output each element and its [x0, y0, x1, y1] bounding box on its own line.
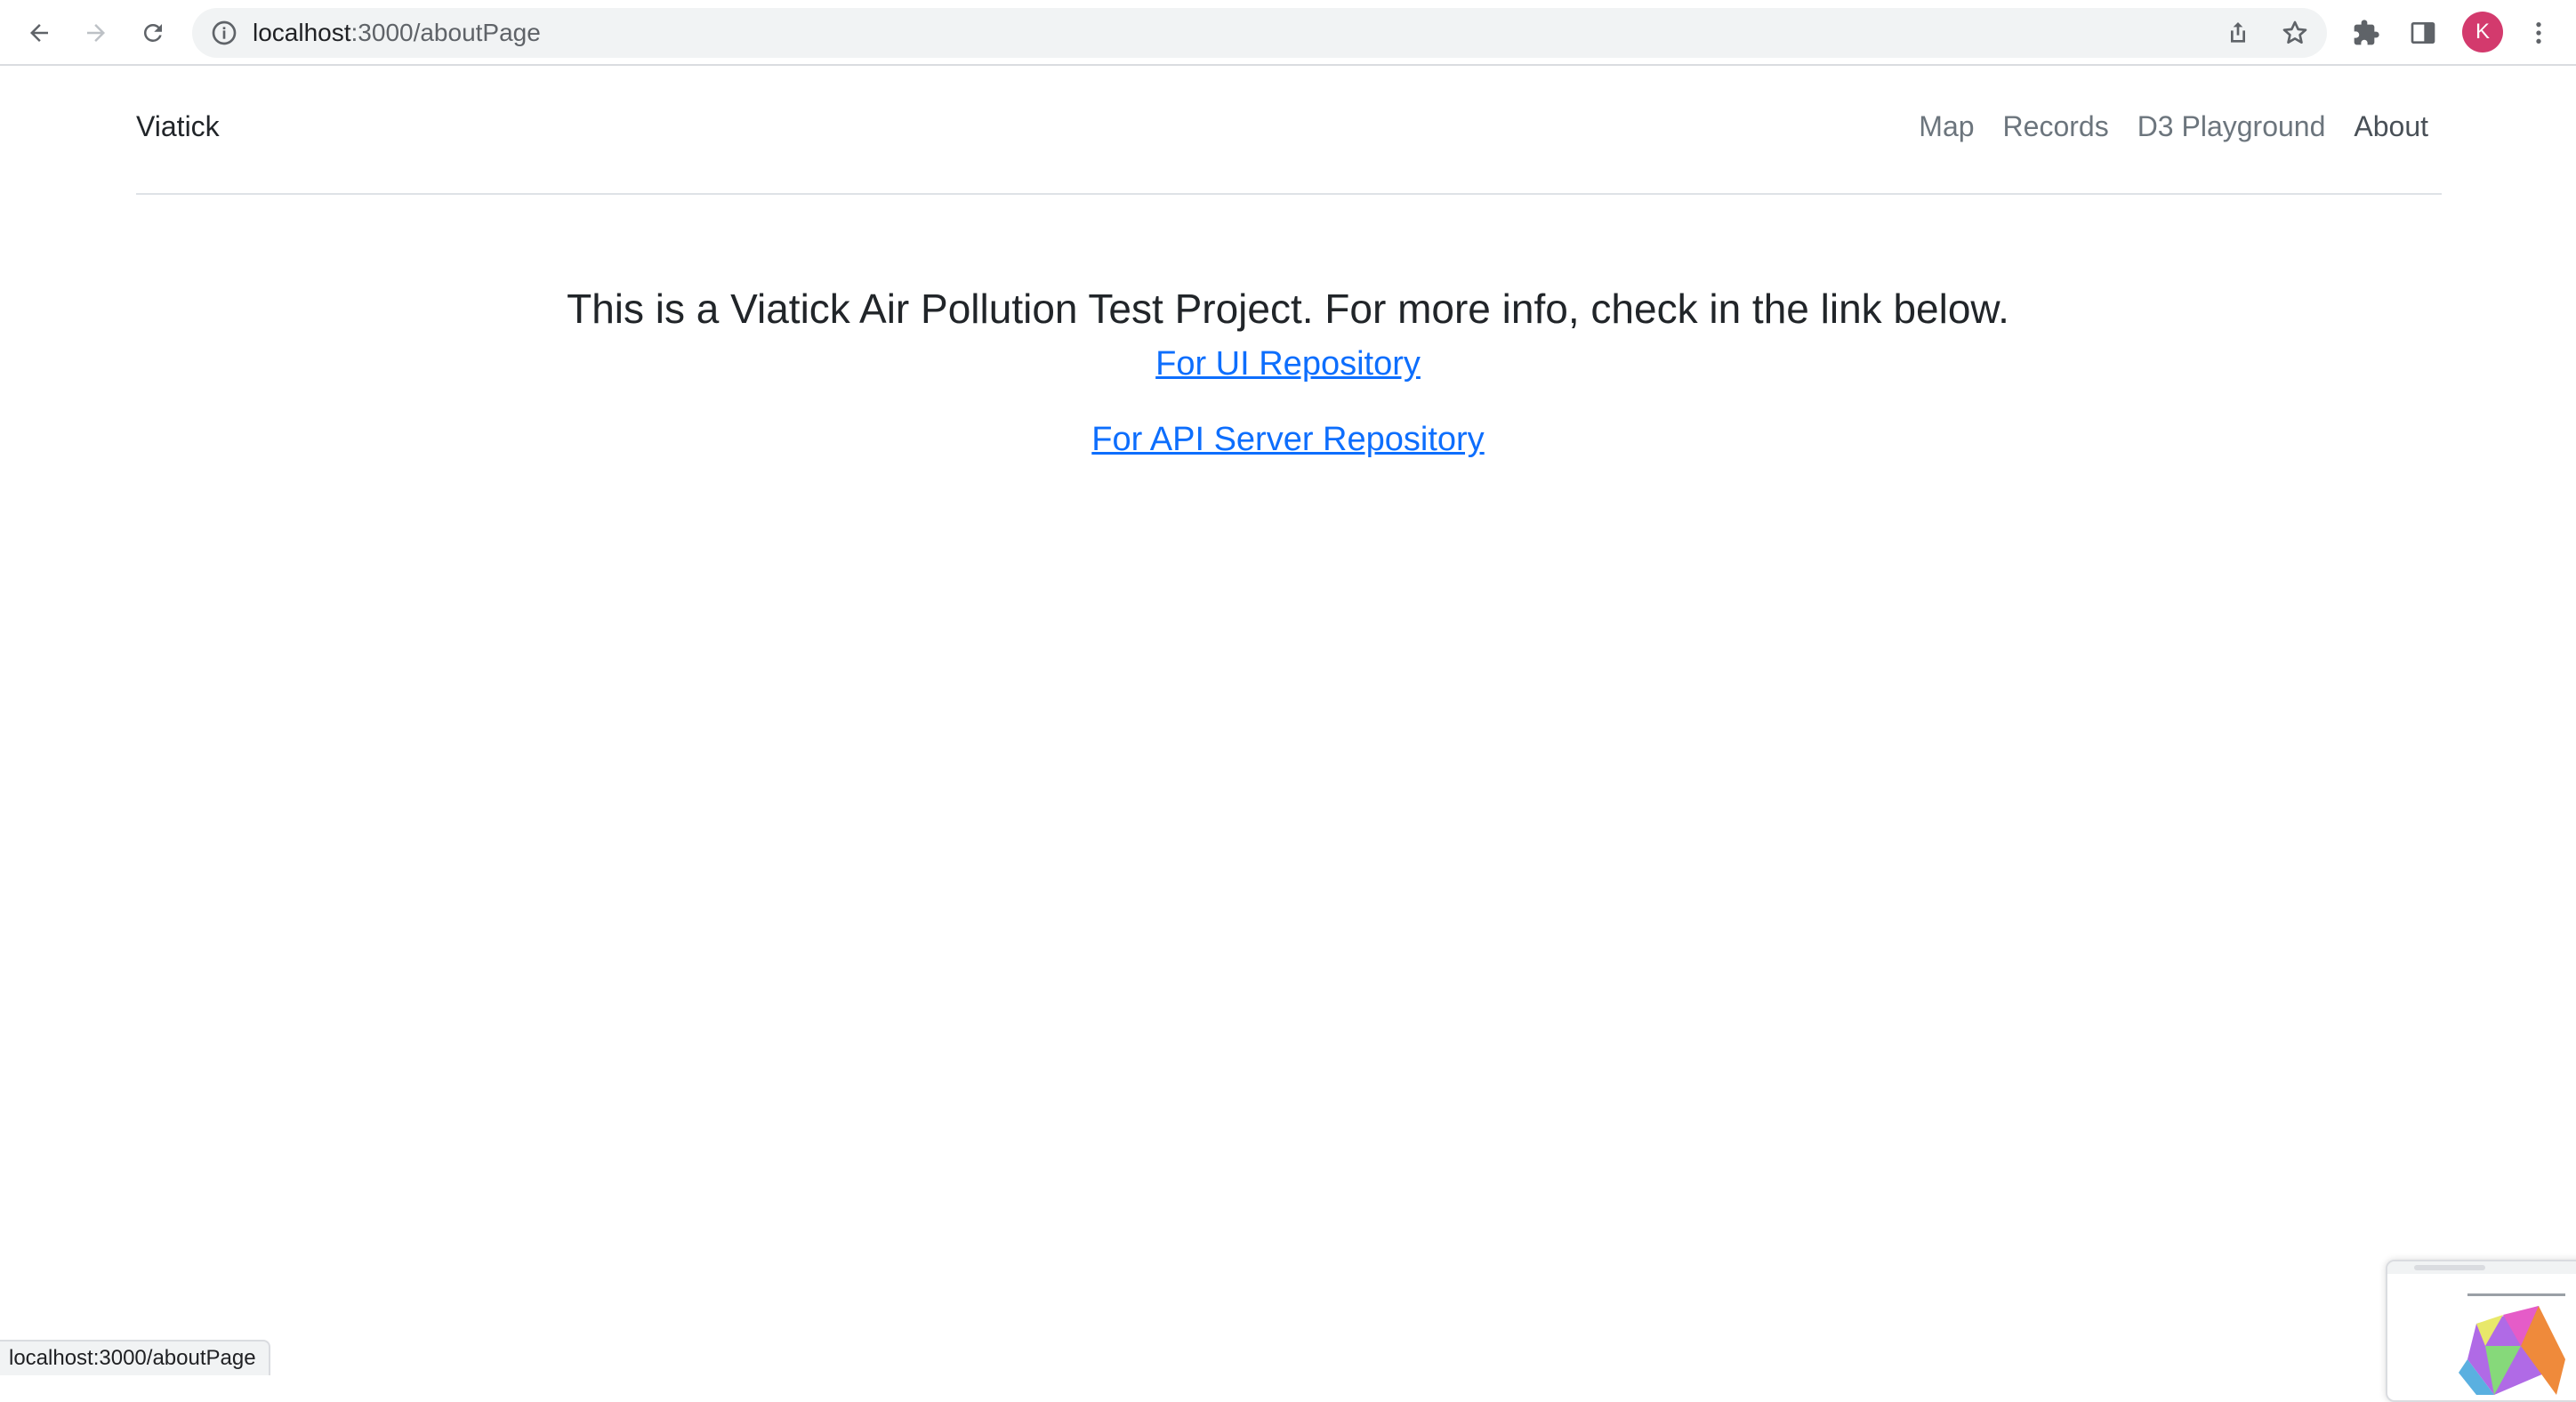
avatar-letter: K [2475, 20, 2490, 44]
nav-link-map[interactable]: Map [1919, 110, 1974, 143]
status-bubble: localhost:3000/aboutPage [0, 1340, 270, 1375]
nav-link-records[interactable]: Records [2003, 110, 2109, 143]
more-vertical-icon [2536, 22, 2541, 44]
puzzle-icon [2354, 20, 2379, 45]
share-icon[interactable] [2224, 19, 2252, 47]
thumbnail-preview [2387, 1261, 2576, 1395]
nav-link-about[interactable]: About [2354, 110, 2428, 143]
ui-repository-link[interactable]: For UI Repository [1155, 345, 1421, 383]
forward-button[interactable] [75, 12, 117, 54]
arrow-right-icon [87, 24, 105, 42]
url-text[interactable]: localhost:3000/aboutPage [253, 8, 541, 58]
window-thumbnail[interactable] [2386, 1260, 2576, 1402]
url-host: localhost [253, 19, 351, 46]
page-viewport: Viatick Map Records D3 Playground About … [0, 66, 2576, 1375]
browser-toolbar: localhost:3000/aboutPage K [0, 0, 2576, 66]
side-panel-button[interactable] [2405, 15, 2441, 51]
brand-link[interactable]: Viatick [136, 110, 220, 143]
nav-link-d3-playground[interactable]: D3 Playground [2137, 110, 2326, 143]
info-icon[interactable] [210, 19, 238, 47]
api-repository-link[interactable]: For API Server Repository [1091, 421, 1484, 459]
profile-avatar[interactable]: K [2462, 12, 2503, 52]
bookmark-star-icon[interactable] [2281, 19, 2309, 47]
page-headline: This is a Viatick Air Pollution Test Pro… [567, 286, 2009, 332]
url-path: :3000/aboutPage [350, 19, 541, 46]
about-content: This is a Viatick Air Pollution Test Pro… [0, 279, 2576, 459]
reload-button[interactable] [132, 12, 174, 54]
back-button[interactable] [18, 12, 60, 54]
arrow-left-icon [30, 24, 48, 42]
main-nav: Map Records D3 Playground About [1919, 110, 2428, 143]
extensions-button[interactable] [2348, 15, 2384, 51]
side-panel-icon [2411, 22, 2435, 44]
address-bar[interactable]: localhost:3000/aboutPage [192, 8, 2327, 58]
site-header: Viatick Map Records D3 Playground About [136, 66, 2442, 195]
reload-icon [143, 23, 162, 42]
browser-menu-button[interactable] [2521, 15, 2556, 51]
